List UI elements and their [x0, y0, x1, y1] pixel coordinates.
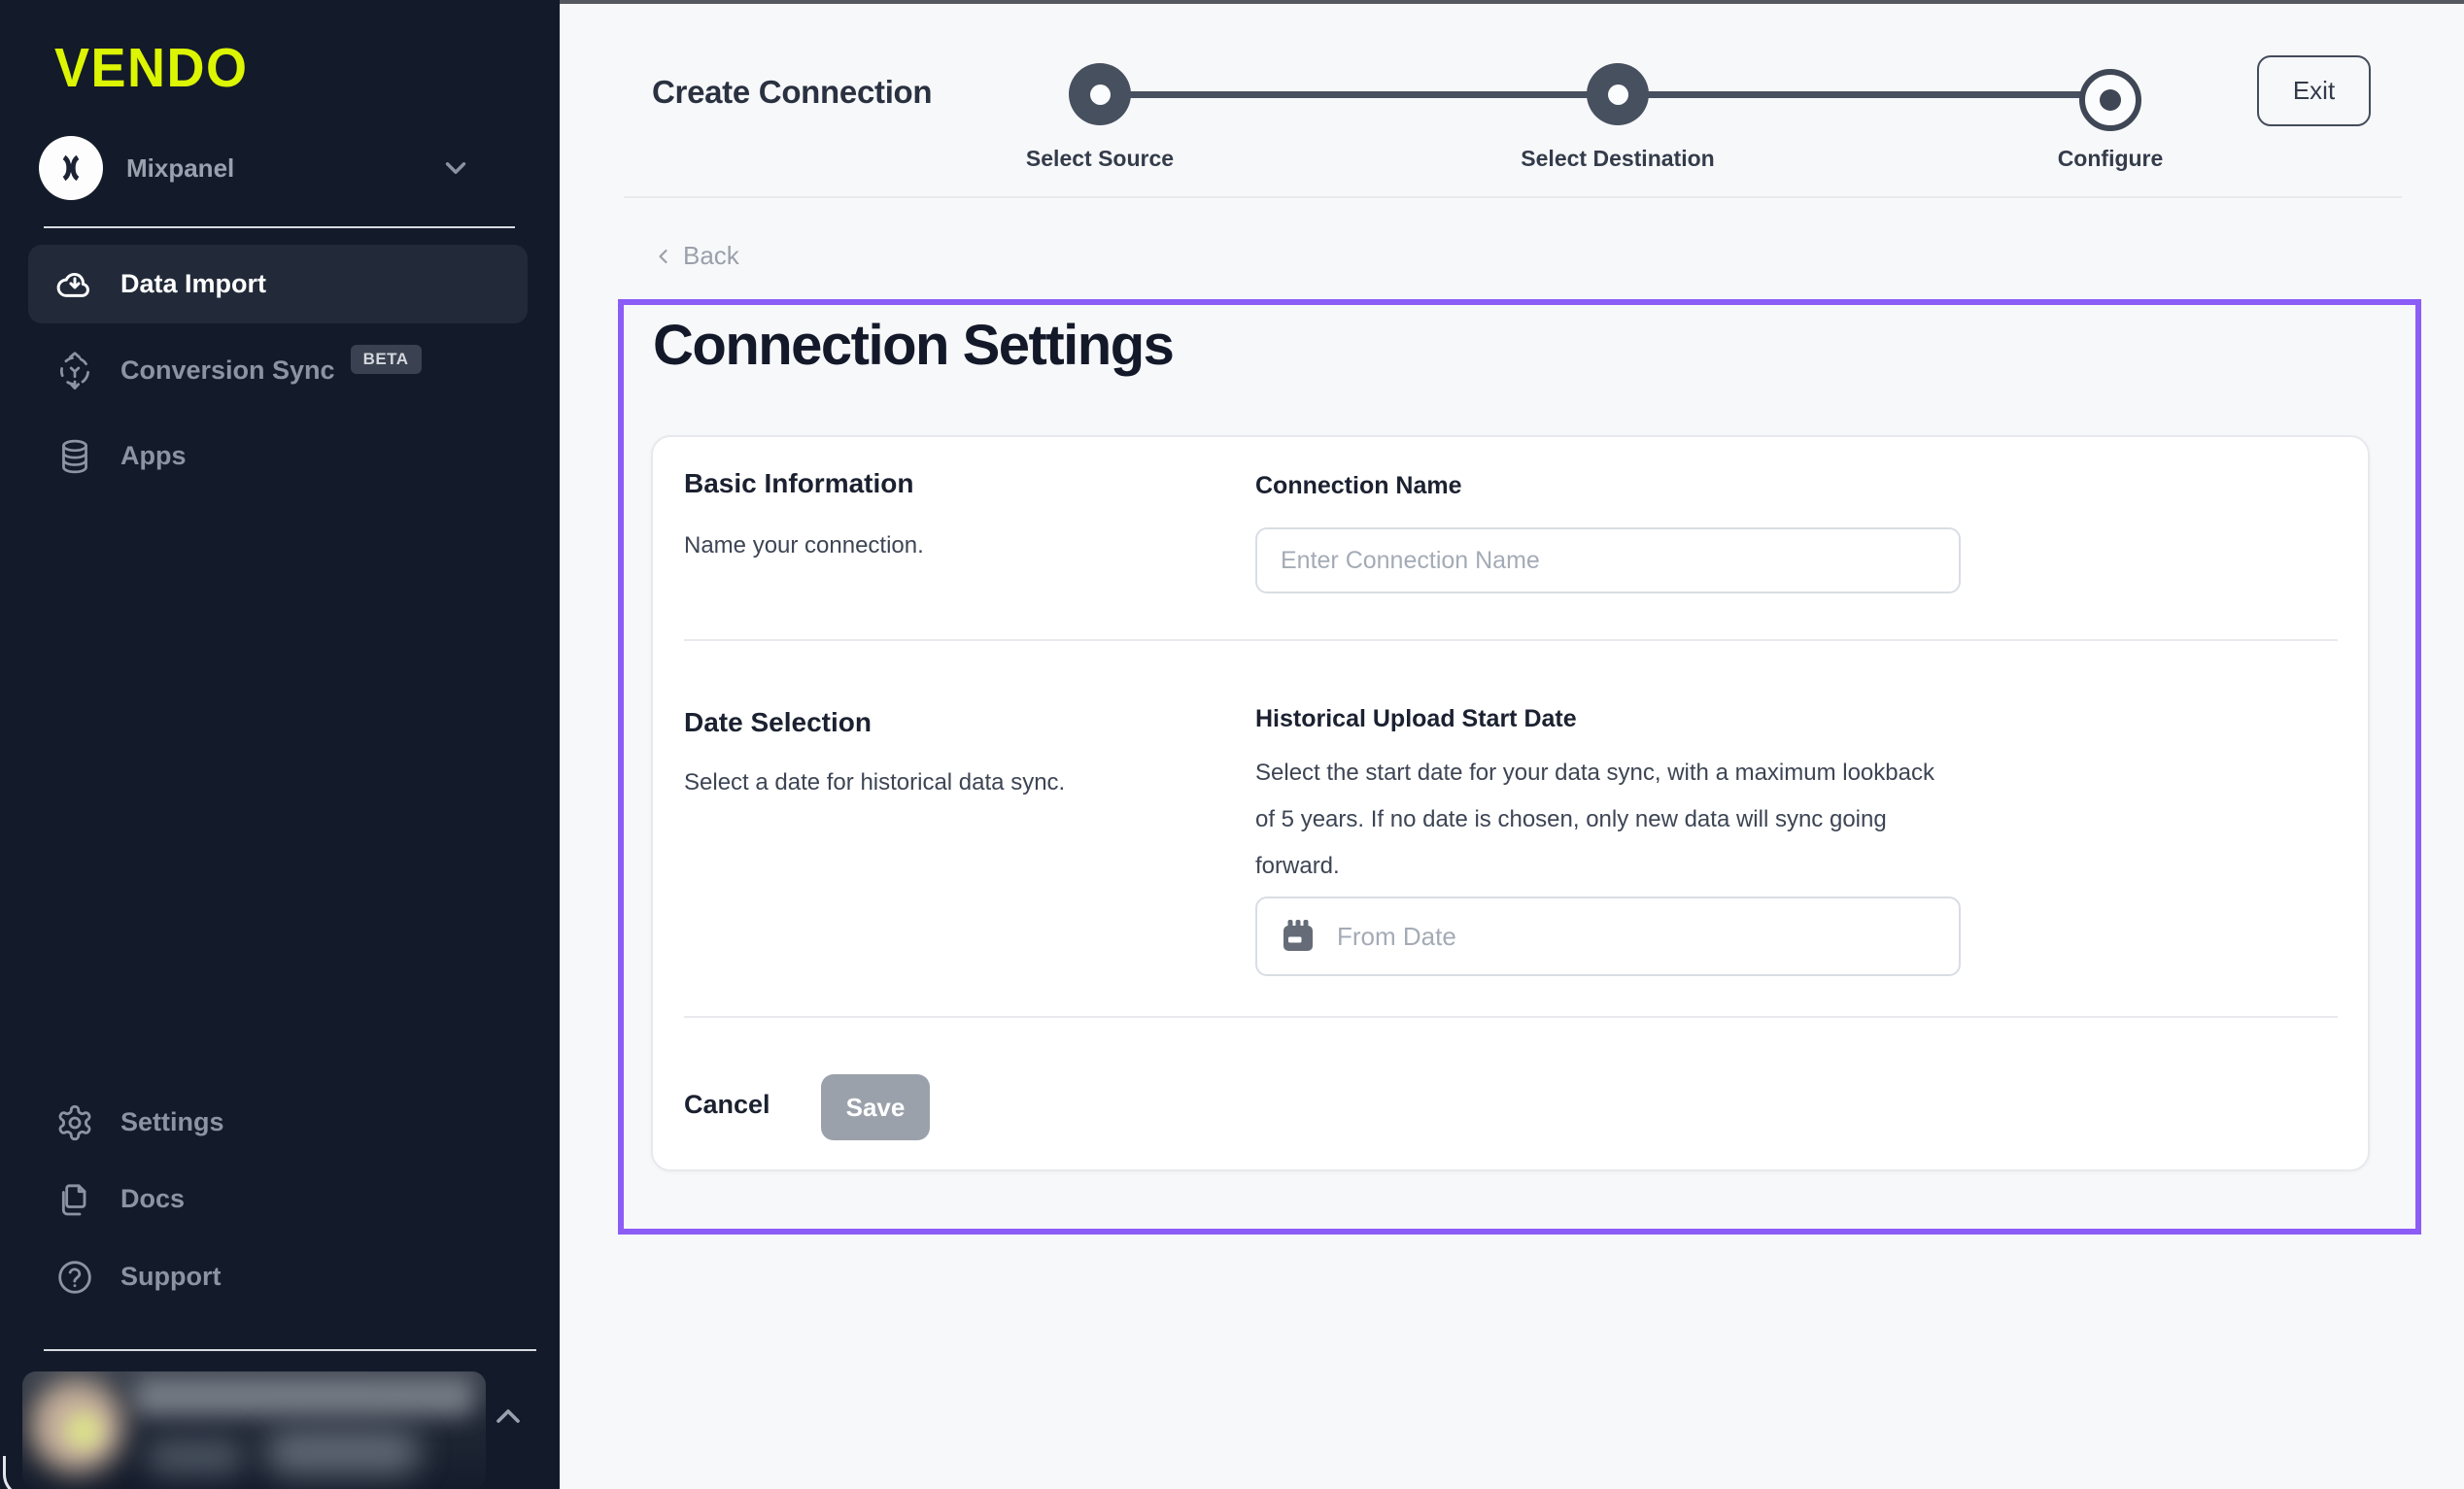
popup-corner-outline — [3, 1456, 56, 1489]
mixpanel-logo-icon — [39, 136, 103, 200]
sync-scan-icon — [54, 351, 95, 391]
step-label: Select Destination — [1521, 146, 1714, 172]
workspace-name: Mixpanel — [126, 153, 234, 184]
user-account-blurred[interactable] — [22, 1371, 486, 1489]
sidebar-item-apps[interactable]: Apps — [28, 417, 528, 495]
cancel-button[interactable]: Cancel — [684, 1090, 770, 1120]
sidebar-divider — [44, 1349, 536, 1351]
date-selection-heading: Date Selection — [684, 707, 872, 738]
vendo-logo: VENDO — [54, 37, 249, 99]
sidebar-item-label: Docs — [120, 1184, 185, 1214]
sidebar-item-label: Support — [120, 1262, 221, 1292]
exit-button[interactable]: Exit — [2257, 55, 2371, 126]
historical-upload-help-text: Select the start date for your data sync… — [1255, 750, 1945, 890]
gear-icon — [54, 1102, 95, 1143]
cloud-download-icon — [54, 264, 95, 305]
card-divider — [684, 639, 2338, 641]
basic-information-description: Name your connection. — [684, 532, 924, 559]
chevron-down-icon — [439, 152, 472, 185]
docs-icon — [54, 1179, 95, 1220]
step-dot — [1608, 85, 1628, 105]
step-node-select-destination[interactable] — [1587, 63, 1649, 125]
sidebar-item-docs[interactable]: Docs — [28, 1160, 528, 1238]
back-label: Back — [683, 241, 739, 271]
window-top-edge — [560, 0, 2464, 4]
header-divider — [624, 196, 2402, 198]
sidebar-item-support[interactable]: Support — [28, 1237, 528, 1316]
database-icon — [54, 436, 95, 477]
step-label: Select Source — [1026, 146, 1174, 172]
step-node-configure[interactable] — [2079, 69, 2141, 131]
sidebar-item-conversion-sync[interactable]: Conversion Sync BETA — [28, 331, 528, 410]
sidebar-item-label: Apps — [120, 441, 187, 471]
blurred-text — [147, 1439, 244, 1474]
chevron-left-icon — [652, 245, 675, 268]
calendar-icon — [1279, 917, 1318, 956]
app-window: VENDO Mixpanel Data Imp — [0, 0, 2464, 1489]
step-label: Configure — [2058, 146, 2164, 172]
date-selection-description: Select a date for historical data sync. — [684, 769, 1065, 796]
blurred-text — [265, 1430, 421, 1474]
help-icon — [54, 1257, 95, 1298]
beta-badge: BETA — [351, 345, 422, 374]
card-divider — [684, 1016, 2338, 1018]
step-node-select-source[interactable] — [1069, 63, 1131, 125]
historical-upload-start-date-label: Historical Upload Start Date — [1255, 705, 1577, 733]
sidebar-item-label: Settings — [120, 1107, 224, 1137]
step-dot — [2100, 89, 2121, 111]
sidebar-item-settings[interactable]: Settings — [28, 1083, 528, 1162]
panel-title: Connection Settings — [653, 313, 1173, 378]
blurred-detail — [65, 1412, 102, 1449]
sidebar-item-data-import[interactable]: Data Import — [28, 245, 528, 323]
sidebar-divider — [44, 226, 515, 228]
blurred-detail — [134, 1377, 474, 1416]
save-button[interactable]: Save — [821, 1074, 930, 1140]
back-link[interactable]: Back — [652, 241, 739, 271]
sidebar-item-label: Data Import — [120, 269, 266, 299]
from-date-field[interactable] — [1255, 897, 1961, 976]
workspace-switcher[interactable]: Mixpanel — [39, 134, 521, 202]
from-date-input[interactable] — [1335, 921, 1937, 953]
sidebar: VENDO Mixpanel Data Imp — [0, 0, 560, 1489]
connection-name-label: Connection Name — [1255, 472, 1462, 500]
sidebar-item-label: Conversion Sync — [120, 355, 335, 386]
chevron-up-icon[interactable] — [489, 1397, 528, 1436]
page-title: Create Connection — [652, 74, 932, 111]
basic-information-heading: Basic Information — [684, 468, 913, 499]
connection-name-input[interactable] — [1255, 527, 1961, 593]
step-dot — [1090, 85, 1111, 105]
